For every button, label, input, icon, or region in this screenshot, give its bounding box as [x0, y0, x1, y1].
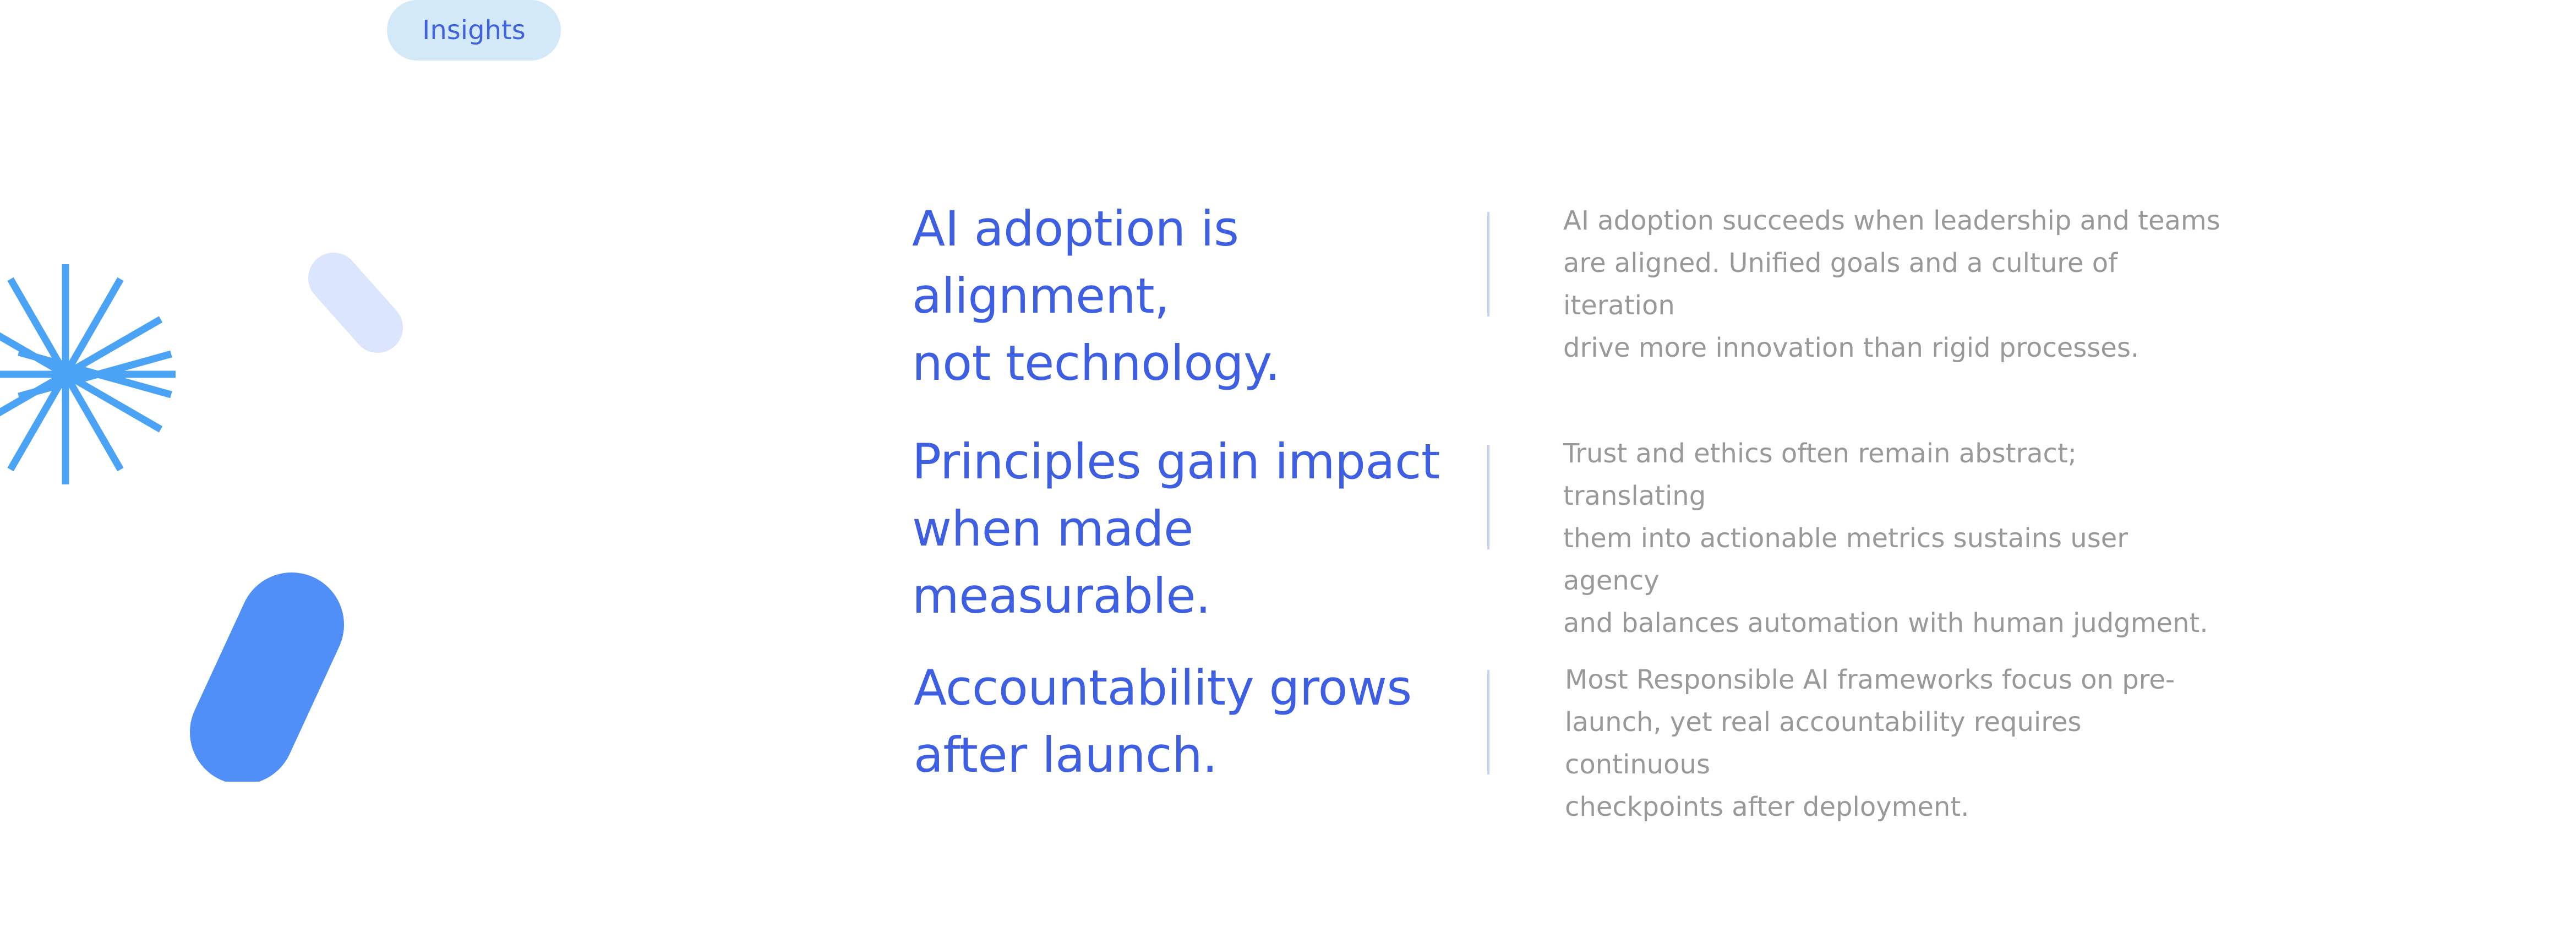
insight-divider	[1487, 445, 1489, 549]
insight-heading: Principles gain impact when made measura…	[912, 433, 1440, 624]
insight-description: Trust and ethics often remain abstract; …	[1563, 438, 2208, 639]
insight-description: Most Responsible AI frameworks focus on …	[1565, 664, 2175, 822]
insight-divider	[1487, 212, 1489, 317]
starburst-icon	[0, 264, 176, 484]
capsule-shape	[308, 253, 403, 353]
insight-heading: AI adoption is alignment, not technology…	[912, 200, 1280, 391]
insights-tag: Insights	[387, 0, 561, 61]
insight-divider	[1487, 670, 1489, 775]
insight-description: AI adoption succeeds when leadership and…	[1563, 205, 2220, 363]
textured-capsule-shape	[190, 572, 344, 782]
insight-heading: Accountability grows after launch.	[914, 659, 1412, 783]
